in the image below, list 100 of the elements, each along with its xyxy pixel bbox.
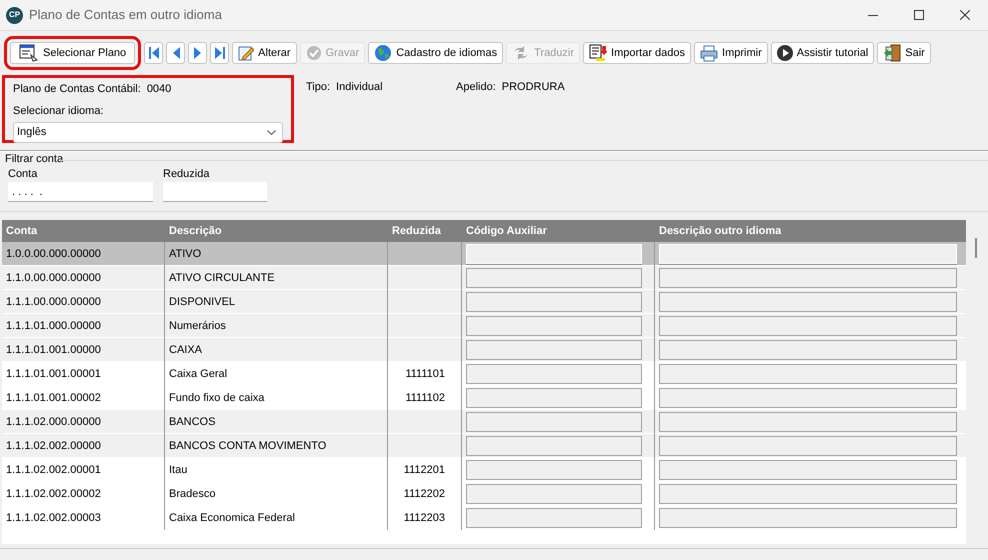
translation-field[interactable]: [659, 268, 957, 288]
field-label: Conta: [8, 167, 38, 182]
edit-icon: [238, 45, 254, 61]
table-cell-text: 1.1.1.02.000.00000: [6, 414, 101, 430]
table-cell-text: ATIVO CIRCULANTE: [169, 270, 275, 286]
table-cell-text: 1111102: [405, 390, 445, 406]
table-cell-text: Caixa Economica Federal: [169, 510, 295, 526]
printer-icon: [700, 44, 718, 62]
first-record-button[interactable]: [144, 42, 164, 64]
table-cell-text: Bradesco: [169, 486, 216, 502]
aux-code-field[interactable]: [466, 388, 642, 408]
toolbar-button[interactable]: Alterar: [232, 42, 297, 64]
next-button[interactable]: [188, 42, 208, 64]
filter-group-title: Filtrar conta: [5, 152, 64, 166]
form-icon: [19, 44, 39, 62]
next-icon: [194, 47, 202, 59]
table-cell-text: CAIXA: [169, 342, 202, 358]
table-cell-text: 1.1.1.02.002.00002: [6, 486, 101, 502]
translation-field[interactable]: [659, 388, 957, 408]
minimize-icon: [868, 14, 878, 16]
translation-field[interactable]: [659, 364, 957, 384]
table-cell-text: Caixa Geral: [169, 366, 228, 382]
table-cell-text: 1111101: [405, 366, 445, 382]
column-header[interactable]: Conta: [2, 220, 165, 242]
alias-value: PRODRURA: [502, 80, 565, 95]
account-filter-field[interactable]: . . . . .: [8, 182, 153, 202]
translation-field[interactable]: [659, 436, 957, 456]
column-header[interactable]: Descrição outro idioma: [655, 220, 965, 242]
table-cell-text: 1112202: [404, 486, 445, 502]
table-cell-text: BANCOS CONTA MOVIMENTO: [169, 438, 326, 454]
column-header[interactable]: Código Auxiliar: [462, 220, 655, 242]
table-cell-text: 1.1.1.01.001.00002: [6, 390, 101, 406]
table-cell-text: DISPONIVEL: [169, 294, 236, 310]
translation-field[interactable]: [659, 316, 957, 336]
import-document-icon: [589, 44, 608, 62]
table-cell-text: Fundo fixo de caixa: [169, 390, 264, 406]
plan-label: Plano de Contas Contábil:: [13, 82, 141, 97]
field-label: Reduzida: [163, 167, 210, 182]
translation-field[interactable]: [659, 412, 957, 432]
globe-icon: [374, 44, 392, 62]
aux-code-field[interactable]: [466, 268, 642, 288]
table-row[interactable]: 1.1.1.01.001.00000 CAIXA: [2, 338, 966, 362]
app-logo-icon: CP: [6, 6, 23, 24]
toolbar-button[interactable]: Sair: [877, 42, 931, 64]
table-cell-text: 1112201: [404, 462, 445, 478]
table-cell-text: 1.1.1.01.000.00000: [6, 318, 101, 334]
aux-code-field[interactable]: [466, 364, 642, 384]
aux-code-field[interactable]: [466, 316, 642, 336]
previous-button[interactable]: [166, 42, 186, 64]
translation-field[interactable]: [659, 292, 957, 312]
table-cell-text: 1.1.1.02.002.00003: [6, 510, 101, 526]
table-cell-text: Numerários: [169, 318, 226, 334]
toolbar-button[interactable]: Cadastro de idiomas: [368, 42, 504, 64]
table-row[interactable]: 1.1.1.01.000.00000 Numerários: [2, 314, 966, 338]
reduced-filter-field[interactable]: [163, 182, 267, 202]
close-icon: [960, 10, 970, 20]
aux-code-field[interactable]: [466, 436, 642, 456]
maximize-icon: [914, 10, 924, 20]
table-row[interactable]: 1.1.1.02.002.00000 BANCOS CONTA MOVIMENTO: [2, 434, 966, 458]
aux-code-field[interactable]: [466, 292, 642, 312]
table-row[interactable]: 1.1.1.02.000.00000 BANCOS: [2, 410, 966, 434]
toolbar-button[interactable]: Assistir tutorial: [770, 42, 874, 64]
type-label: Tipo:: [306, 80, 330, 95]
language-dropdown[interactable]: Inglês: [13, 122, 283, 143]
table-cell-text: 1112203: [404, 510, 445, 526]
table-row[interactable]: 1.1.1.00.000.00000 DISPONIVEL: [2, 290, 966, 314]
aux-code-field[interactable]: [466, 412, 642, 432]
exit-door-icon: [883, 44, 902, 62]
last-record-button[interactable]: [210, 42, 230, 64]
table-cell-text: ATIVO: [169, 246, 202, 262]
play-icon: [776, 45, 793, 61]
translation-field[interactable]: [659, 460, 957, 480]
toolbar-button[interactable]: Importar dados: [583, 42, 692, 64]
language-label: Selecionar idioma:: [13, 104, 104, 118]
column-header[interactable]: Reduzida: [388, 220, 462, 242]
table-row[interactable]: 1.1.0.00.000.00000 ATIVO CIRCULANTE: [2, 266, 966, 290]
aux-code-field[interactable]: [466, 460, 642, 480]
first-record-icon: [148, 47, 159, 59]
last-record-icon: [214, 47, 225, 59]
table-cell-text: 1.1.1.02.002.00000: [6, 438, 101, 454]
window-title: Plano de Contas em outro idioma: [29, 6, 222, 24]
table-cell-text: 1.0.0.00.000.00000: [6, 246, 101, 262]
column-header[interactable]: Descrição: [165, 220, 388, 242]
chevron-down-icon: [267, 130, 276, 135]
toolbar-button[interactable]: Imprimir: [694, 42, 768, 64]
table-cell-text: 1.1.1.01.001.00000: [6, 342, 101, 358]
table-cell-text: 1.1.1.02.002.00001: [6, 462, 101, 478]
sync-arrows-icon: [512, 46, 530, 60]
translation-field[interactable]: [659, 508, 957, 528]
aux-code-field[interactable]: [466, 508, 642, 528]
aux-code-field[interactable]: [466, 484, 642, 504]
previous-icon: [172, 47, 180, 59]
translation-field[interactable]: [659, 340, 957, 360]
table-cell-text: 1.1.0.00.000.00000: [6, 270, 101, 286]
aux-code-field[interactable]: [466, 340, 642, 360]
table-cell-text: Itau: [169, 462, 188, 478]
translation-field[interactable]: [659, 484, 957, 504]
check-circle-icon: [306, 45, 322, 61]
table-cell-text: 1.1.1.01.001.00001: [6, 366, 101, 382]
table-cell-text: BANCOS: [169, 414, 216, 430]
